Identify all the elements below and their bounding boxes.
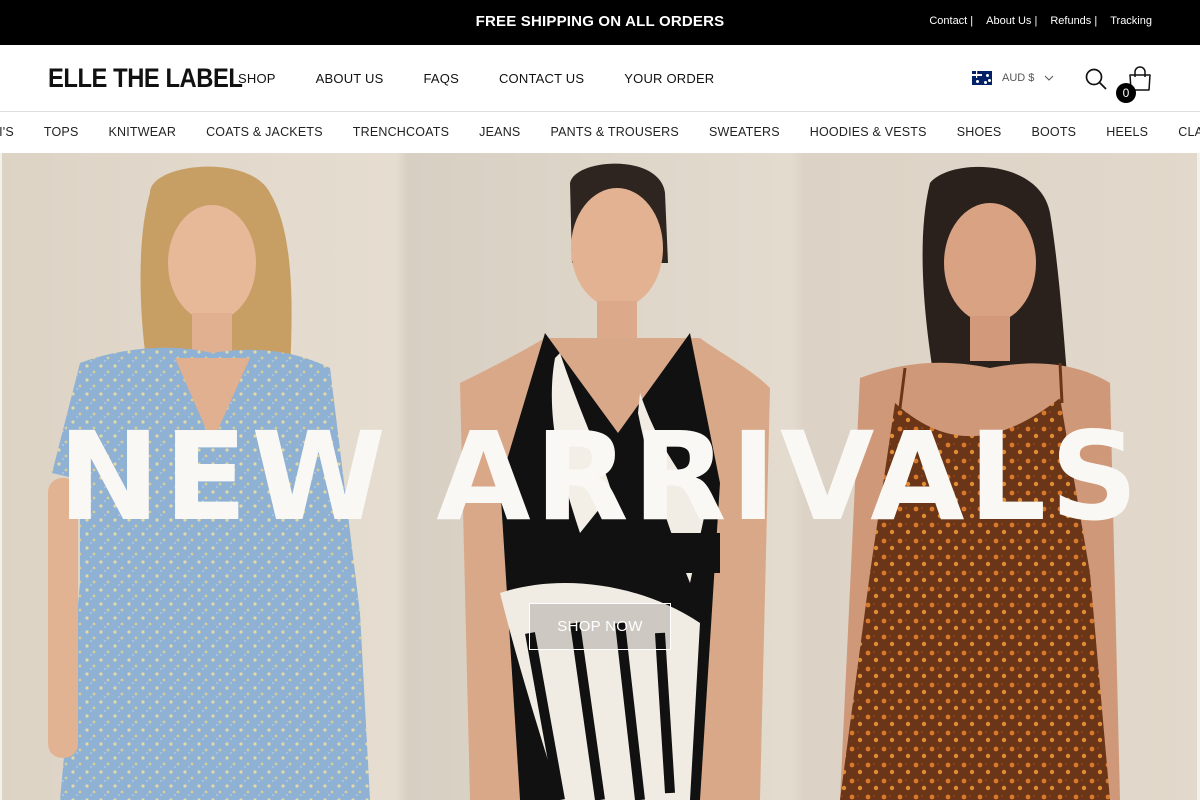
currency-label: AUD $ (1002, 72, 1035, 84)
category-coats-jackets[interactable]: COATS & JACKETS (206, 125, 323, 139)
tracking-link[interactable]: Tracking (1110, 15, 1152, 27)
nav-faqs[interactable]: FAQS (423, 71, 458, 86)
chevron-down-icon (1045, 75, 1054, 81)
category-trenchcoats[interactable]: TRENCHCOATS (353, 125, 449, 139)
nav-about-us[interactable]: ABOUT US (316, 71, 384, 86)
category-maxis[interactable]: AXI'S (0, 125, 14, 139)
nav-your-order[interactable]: YOUR ORDER (624, 71, 714, 86)
site-header: ELLE THE LABEL SHOP ABOUT US FAQS CONTAC… (0, 45, 1200, 112)
category-hoodies-vests[interactable]: HOODIES & VESTS (810, 125, 927, 139)
hero-title: NEW ARRIVALS (57, 406, 1143, 548)
shop-now-button[interactable]: SHOP NOW (529, 603, 671, 650)
search-icon[interactable] (1085, 68, 1107, 90)
category-heels[interactable]: HEELS (1106, 125, 1148, 139)
utility-links: Contact | About Us | Refunds | Tracking (916, 15, 1152, 27)
currency-selector[interactable]: AUD $ (972, 71, 1054, 85)
nav-shop[interactable]: SHOP (238, 71, 276, 86)
announcement-bar: FREE SHIPPING ON ALL ORDERS Contact | Ab… (0, 0, 1200, 45)
category-tops[interactable]: TOPS (44, 125, 79, 139)
main-navigation: SHOP ABOUT US FAQS CONTACT US YOUR ORDER (238, 71, 714, 86)
category-classic[interactable]: CLASSIC E (1178, 125, 1200, 139)
category-jeans[interactable]: JEANS (479, 125, 520, 139)
category-track: AXI'S TOPS KNITWEAR COATS & JACKETS TREN… (0, 125, 1200, 139)
about-us-link[interactable]: About Us | (986, 15, 1037, 27)
category-bar: AXI'S TOPS KNITWEAR COATS & JACKETS TREN… (0, 113, 1200, 153)
australia-flag-icon (972, 71, 992, 85)
site-logo[interactable]: ELLE THE LABEL (48, 63, 243, 94)
category-knitwear[interactable]: KNITWEAR (108, 125, 176, 139)
hero-banner[interactable]: NEW ARRIVALS SHOP NOW (0, 153, 1200, 800)
refunds-link[interactable]: Refunds | (1050, 15, 1097, 27)
category-shoes[interactable]: SHOES (957, 125, 1002, 139)
nav-contact-us[interactable]: CONTACT US (499, 71, 584, 86)
contact-link[interactable]: Contact | (929, 15, 973, 27)
category-sweaters[interactable]: SWEATERS (709, 125, 780, 139)
category-boots[interactable]: BOOTS (1031, 125, 1076, 139)
category-pants-trousers[interactable]: PANTS & TROUSERS (550, 125, 678, 139)
cart-count-badge[interactable]: 0 (1116, 83, 1136, 103)
